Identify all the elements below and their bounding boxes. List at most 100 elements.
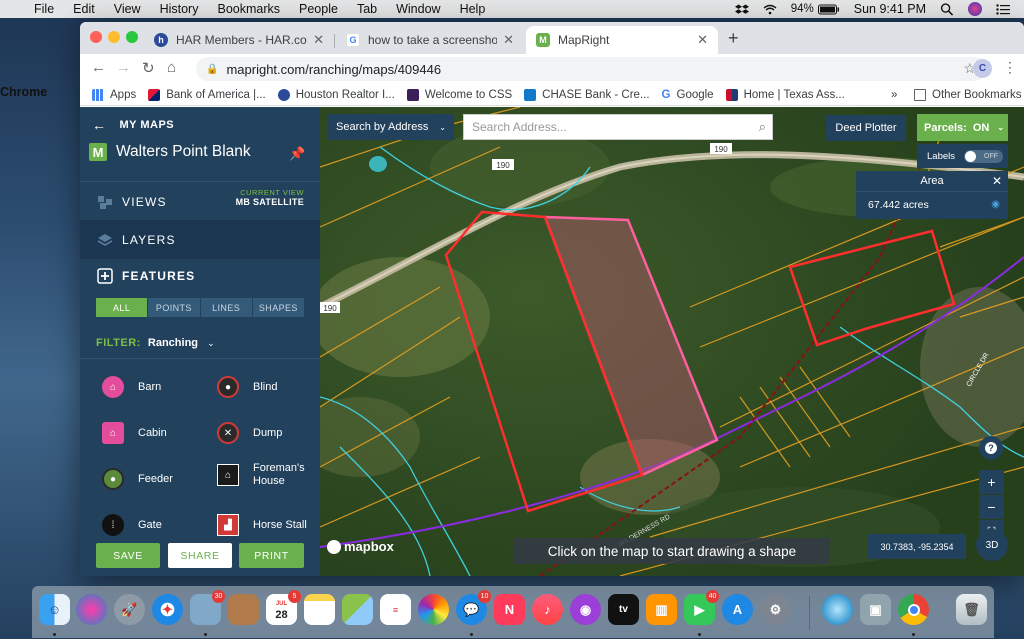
map-name[interactable]: Walters Point Blank xyxy=(116,143,251,161)
window-minimize-button[interactable] xyxy=(108,31,120,43)
notification-center-icon[interactable] xyxy=(996,3,1010,15)
menu-edit[interactable]: Edit xyxy=(73,2,95,16)
menu-view[interactable]: View xyxy=(114,2,141,16)
zoom-out-button[interactable]: − xyxy=(979,495,1004,519)
maps-icon[interactable] xyxy=(342,594,373,625)
forward-icon[interactable]: → xyxy=(116,59,131,76)
facetime-icon[interactable]: ▶ 40 xyxy=(684,590,719,625)
feature-dump[interactable]: ✕ Dump xyxy=(217,422,282,444)
zoom-in-button[interactable]: + xyxy=(979,470,1004,494)
bookmark-google[interactable]: G Google xyxy=(662,89,714,101)
features-section[interactable]: FEATURES xyxy=(80,259,320,293)
tab-all[interactable]: ALL xyxy=(96,298,148,317)
home-icon[interactable]: ⌂ xyxy=(167,59,176,76)
clock[interactable]: Sun 9:41 PM xyxy=(854,2,926,16)
bookmark-chase[interactable]: CHASE Bank - Cre... xyxy=(524,88,650,101)
share-button[interactable]: SHARE xyxy=(168,543,232,568)
reminders-icon[interactable]: ≡ xyxy=(380,594,411,625)
tab-shapes[interactable]: SHAPES xyxy=(252,298,304,317)
back-icon[interactable]: ← xyxy=(91,59,106,76)
tab-close-icon[interactable]: ✕ xyxy=(313,32,324,48)
music-icon[interactable]: ♪ xyxy=(532,594,563,625)
feature-feeder[interactable]: ● Feeder xyxy=(102,468,173,490)
messages-icon[interactable]: 💬 10 xyxy=(456,590,491,625)
print-button[interactable]: PRINT xyxy=(239,543,304,568)
calendar-icon[interactable]: JUL 28 5 xyxy=(266,590,301,625)
preview-icon[interactable]: ▣ xyxy=(860,594,891,625)
bookmark-other[interactable]: Other Bookmarks xyxy=(914,88,1021,101)
siri-icon[interactable] xyxy=(968,2,982,16)
feature-foremans-house[interactable]: ⌂ Foreman's House xyxy=(217,462,317,488)
tab-points[interactable]: POINTS xyxy=(148,298,200,317)
feature-horse-stall[interactable]: ▟ Horse Stall xyxy=(217,514,307,536)
chrome-icon[interactable] xyxy=(898,594,929,625)
menu-window[interactable]: Window xyxy=(396,2,440,16)
layers-section[interactable]: LAYERS xyxy=(80,220,320,259)
eye-icon[interactable]: ◉ xyxy=(991,199,1000,210)
deed-plotter-button[interactable]: Deed Plotter xyxy=(826,115,906,141)
feature-barn[interactable]: ⌂ Barn xyxy=(102,376,161,398)
feature-blind[interactable]: ● Blind xyxy=(217,376,277,398)
menu-help[interactable]: Help xyxy=(460,2,486,16)
menu-history[interactable]: History xyxy=(160,2,199,16)
bookmark-bank-of-america[interactable]: Bank of America |... xyxy=(148,88,266,101)
dropbox-icon[interactable] xyxy=(734,4,749,15)
quicktime-icon[interactable] xyxy=(822,594,853,625)
feature-cabin[interactable]: ⌂ Cabin xyxy=(102,422,167,444)
photos-icon[interactable] xyxy=(418,594,449,625)
bookmark-houston-realtor[interactable]: Houston Realtor I... xyxy=(277,88,395,101)
bookmark-css[interactable]: Welcome to CSS xyxy=(406,88,512,101)
tab-lines[interactable]: LINES xyxy=(200,298,252,317)
tab-close-icon[interactable]: ✕ xyxy=(697,32,708,48)
bookmark-texas-ass[interactable]: Home | Texas Ass... xyxy=(725,88,845,101)
pin-icon[interactable]: 📌 xyxy=(289,146,305,162)
chrome-menu-icon[interactable]: ⋮ xyxy=(1003,59,1017,76)
map-canvas[interactable]: 190 190 190 WILDERNESS RD CIRCLE DR Sear… xyxy=(320,107,1024,576)
bookmarks-overflow-button[interactable]: » xyxy=(891,89,897,101)
close-icon[interactable]: ✕ xyxy=(992,174,1002,188)
3d-toggle-button[interactable]: 3D xyxy=(976,529,1008,561)
app-store-icon[interactable]: A xyxy=(722,594,753,625)
feature-gate[interactable]: ⁞ Gate xyxy=(102,514,162,536)
system-preferences-icon[interactable]: ⚙ xyxy=(760,594,791,625)
finder-icon[interactable]: ☺ xyxy=(39,594,70,625)
contacts-icon[interactable] xyxy=(228,594,259,625)
wifi-icon[interactable] xyxy=(763,4,777,15)
profile-avatar[interactable]: C xyxy=(973,59,992,78)
spotlight-search-icon[interactable] xyxy=(940,2,954,16)
podcasts-icon[interactable]: ◉ xyxy=(570,594,601,625)
menu-file[interactable]: File xyxy=(34,2,54,16)
tab-close-icon[interactable]: ✕ xyxy=(503,32,514,48)
tab-google-search[interactable]: G how to take a screenshot of m ✕ xyxy=(336,26,524,54)
tab-mapright[interactable]: M MapRight ✕ xyxy=(526,26,718,54)
mapbox-logo[interactable]: mapbox xyxy=(327,539,394,554)
photo-slideshow-icon[interactable]: 30 xyxy=(190,590,225,625)
tab-har-members[interactable]: h HAR Members - HAR.com ✕ xyxy=(144,26,334,54)
trash-icon[interactable]: 🗑 xyxy=(956,594,987,625)
books-icon[interactable]: ▥ xyxy=(646,594,677,625)
menu-tab[interactable]: Tab xyxy=(357,2,377,16)
search-mode-dropdown[interactable]: Search by Address ⌄ xyxy=(328,114,454,140)
safari-icon[interactable]: ✦ xyxy=(152,594,183,625)
parcels-toggle[interactable]: Parcels: ON ⌄ xyxy=(917,114,1008,141)
bookmark-apps[interactable]: Apps xyxy=(92,88,136,101)
address-bar[interactable]: 🔒 mapright.com/ranching/maps/409446 ☆ xyxy=(196,57,986,81)
labels-toggle[interactable]: OFF xyxy=(964,149,1003,163)
my-maps-back-link[interactable]: ← MY MAPS xyxy=(92,117,174,133)
apple-tv-icon[interactable]: tv xyxy=(608,594,639,625)
launchpad-icon[interactable]: 🚀 xyxy=(114,594,145,625)
feature-filter-dropdown[interactable]: FILTER: Ranching ⌄ xyxy=(96,337,215,349)
window-zoom-button[interactable] xyxy=(126,31,138,43)
menu-bookmarks[interactable]: Bookmarks xyxy=(217,2,280,16)
views-section[interactable]: VIEWS CURRENT VIEW MB SATELLITE xyxy=(80,181,320,221)
news-icon[interactable]: N xyxy=(494,594,525,625)
notes-icon[interactable] xyxy=(304,594,335,625)
save-button[interactable]: SAVE xyxy=(96,543,160,568)
new-tab-button[interactable]: + xyxy=(728,28,739,49)
menu-people[interactable]: People xyxy=(299,2,338,16)
reload-icon[interactable]: ↻ xyxy=(142,59,155,77)
window-close-button[interactable] xyxy=(90,31,102,43)
battery-icon[interactable] xyxy=(817,4,840,15)
search-icon[interactable]: ⌕ xyxy=(759,119,766,135)
siri-icon[interactable] xyxy=(76,594,107,625)
